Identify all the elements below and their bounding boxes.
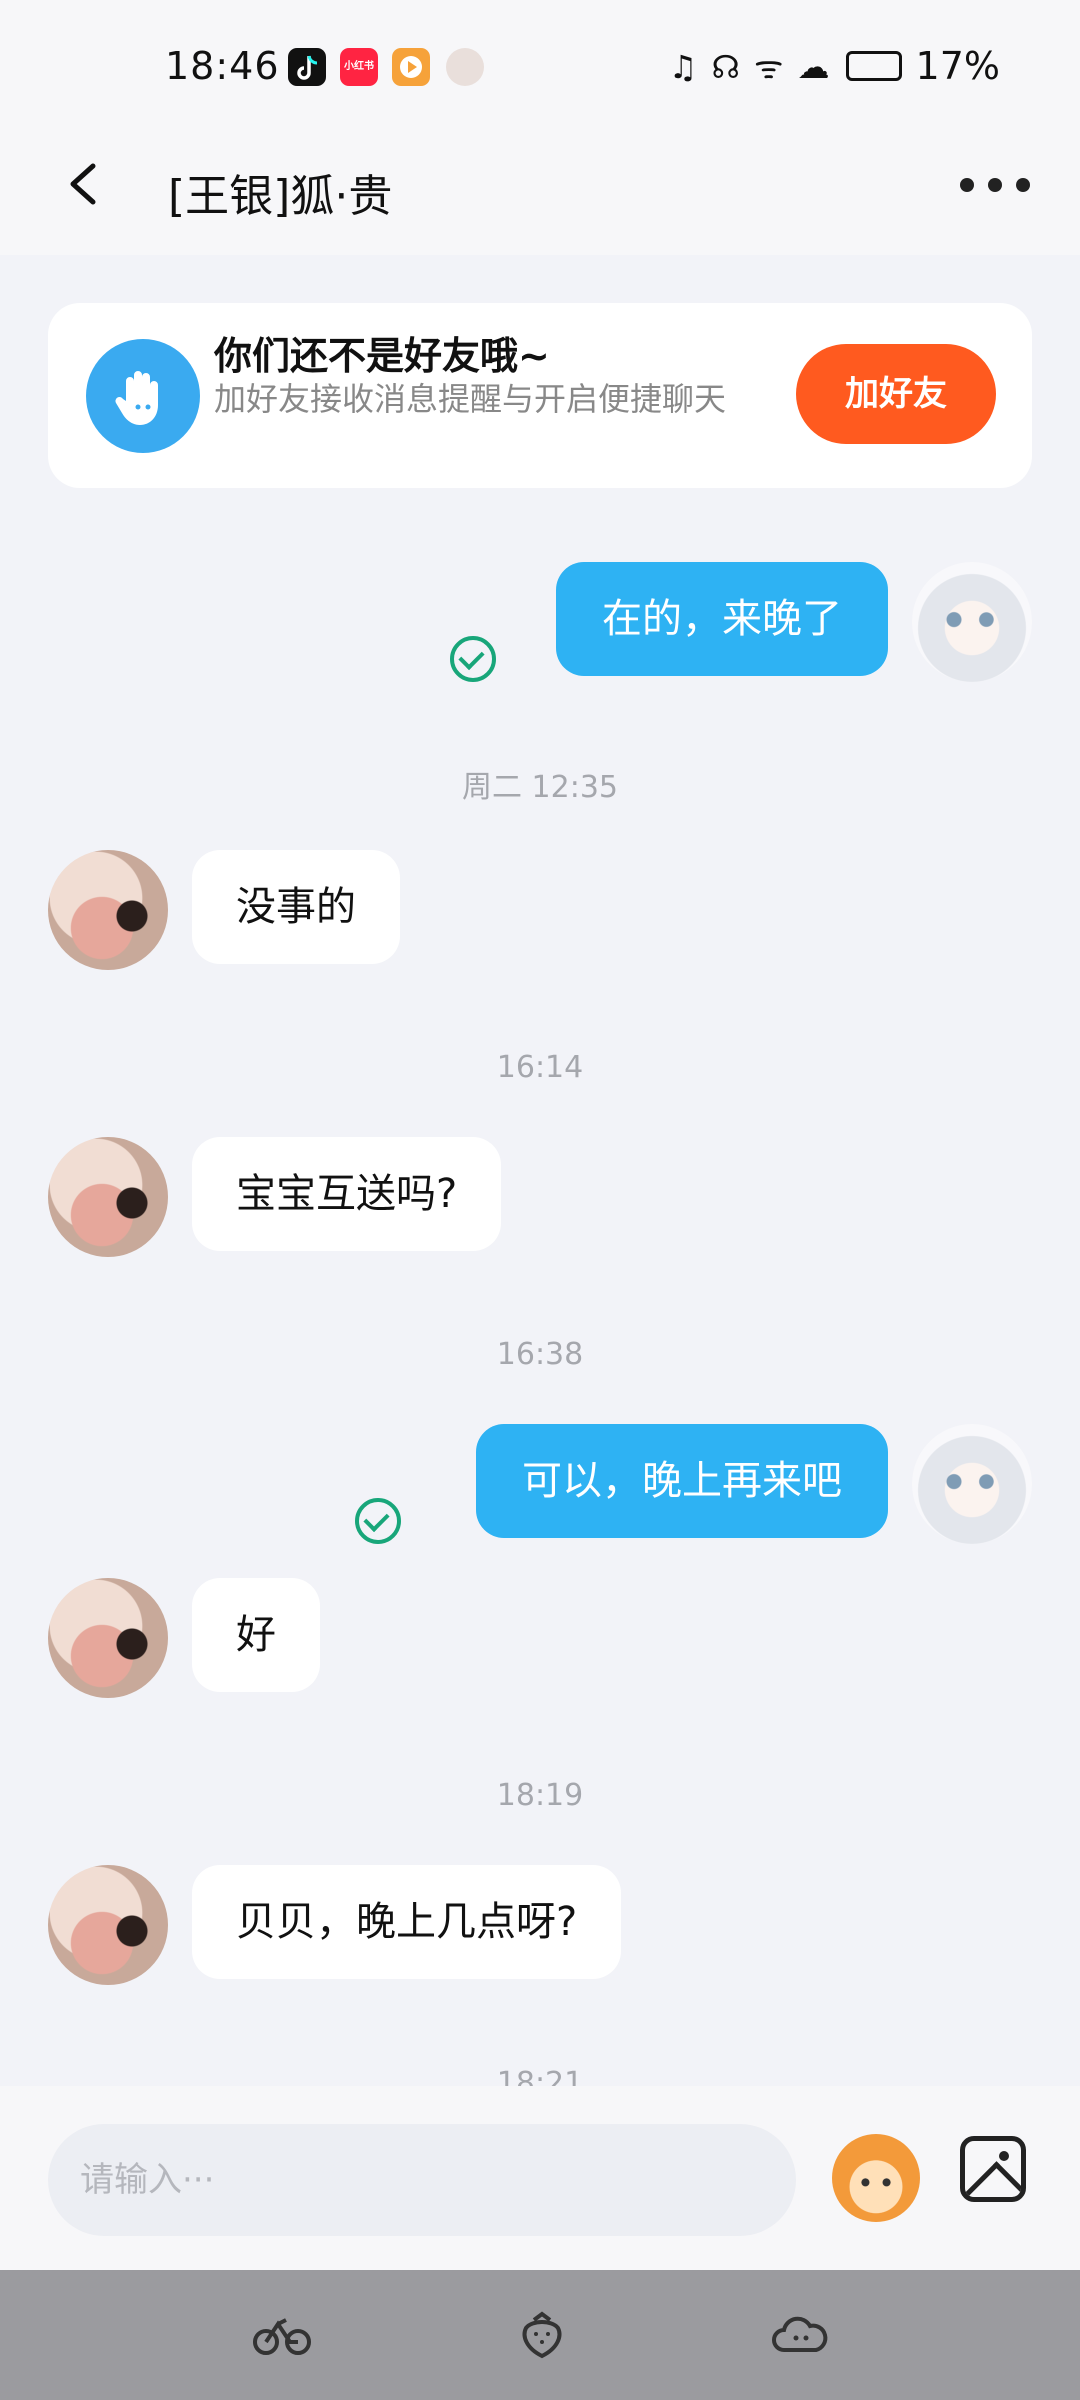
- bicycle-icon[interactable]: [252, 2310, 312, 2360]
- system-navigation-bar: [0, 2270, 1080, 2400]
- contact-avatar[interactable]: [48, 1578, 168, 1698]
- banner-subtitle: 加好友接收消息提醒与开启便捷聊天: [214, 380, 727, 418]
- video-app-icon: [392, 48, 430, 86]
- mascot-emoji-icon[interactable]: [832, 2134, 920, 2222]
- more-icon[interactable]: [960, 170, 1030, 200]
- contact-avatar[interactable]: [48, 850, 168, 970]
- message-bubble-incoming[interactable]: 没事的: [192, 850, 400, 964]
- status-right: ♫ ☊ ᯤ ☁ 17%: [669, 44, 1000, 88]
- back-arrow-icon[interactable]: [55, 154, 115, 214]
- message-bubble-incoming[interactable]: 贝贝，晚上几点呀?: [192, 1865, 622, 1979]
- my-avatar[interactable]: [912, 1424, 1032, 1544]
- composer-bar: [0, 2086, 1080, 2270]
- my-avatar[interactable]: [912, 562, 1032, 682]
- signal-icons: ♫ ☊ ᯤ ☁: [668, 47, 832, 86]
- add-friend-banner: 你们还不是好友哦~ 加好友接收消息提醒与开启便捷聊天 加好友: [48, 303, 1032, 488]
- chat-title: [王银]狐·贵: [168, 171, 393, 222]
- timestamp: 16:38: [496, 1337, 584, 1372]
- status-bar: 18:46 小红书 ♫ ☊ ᯤ ☁ 17%: [0, 0, 1080, 130]
- message-bubble-incoming[interactable]: 宝宝互送吗?: [192, 1137, 502, 1251]
- add-friend-button[interactable]: 加好友: [796, 344, 996, 444]
- top-navigation: [王银]狐·贵: [0, 130, 1080, 255]
- message-input[interactable]: [48, 2124, 796, 2236]
- battery-level: 17%: [915, 44, 1000, 88]
- timestamp: 16:14: [496, 1050, 584, 1085]
- check-circle-icon: [450, 636, 496, 682]
- message-bubble-outgoing[interactable]: 可以，晚上再来吧: [476, 1424, 888, 1538]
- check-circle-icon: [355, 1498, 401, 1544]
- banner-title: 你们还不是好友哦~: [214, 334, 550, 378]
- image-icon[interactable]: [960, 2136, 1026, 2202]
- chat-screen: 18:46 小红书 ♫ ☊ ᯤ ☁ 17% [王银]狐·贵 你们还不是好友哦~ …: [0, 0, 1080, 2400]
- profile-app-icon: [446, 48, 484, 86]
- strawberry-icon[interactable]: [512, 2310, 572, 2360]
- timestamp: 周二 12:35: [462, 770, 618, 805]
- message-bubble-outgoing[interactable]: 在的，来晚了: [556, 562, 888, 676]
- cloud-icon[interactable]: [770, 2310, 830, 2360]
- tiktok-app-icon: [288, 48, 326, 86]
- contact-avatar[interactable]: [48, 1865, 168, 1985]
- hand-wave-icon: [86, 339, 200, 453]
- battery-icon: [845, 51, 902, 81]
- status-time: 18:46: [165, 44, 280, 88]
- contact-avatar[interactable]: [48, 1137, 168, 1257]
- timestamp: 18:19: [496, 1778, 584, 1813]
- message-bubble-incoming[interactable]: 好: [192, 1578, 320, 1692]
- xiaohongshu-app-icon: 小红书: [340, 48, 378, 86]
